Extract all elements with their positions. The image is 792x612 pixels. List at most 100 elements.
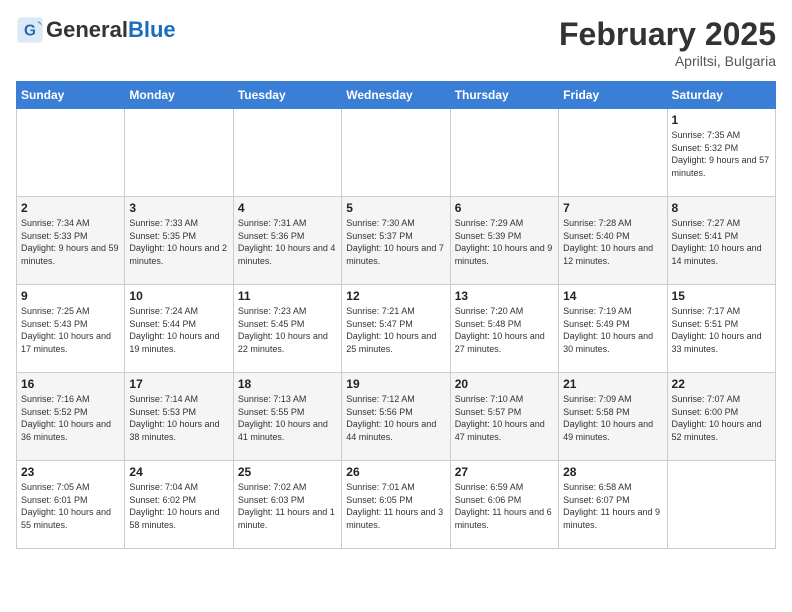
calendar-cell: 26Sunrise: 7:01 AM Sunset: 6:05 PM Dayli… xyxy=(342,461,450,549)
day-number: 15 xyxy=(672,289,771,303)
day-info: Sunrise: 6:58 AM Sunset: 6:07 PM Dayligh… xyxy=(563,481,662,531)
calendar-cell: 18 Sunrise: 7:13 AM Sunset: 5:55 PM Dayli… xyxy=(233,373,341,461)
day-info: Sunrise: 7:10 AM Sunset: 5:57 PM Dayligh… xyxy=(455,393,554,443)
day-info: Sunrise: 7:21 AM Sunset: 5:47 PM Dayligh… xyxy=(346,305,445,355)
day-info: Sunrise: 7:30 AM Sunset: 5:37 PM Dayligh… xyxy=(346,217,445,267)
calendar-cell: 24 Sunrise: 7:04 AM Sunset: 6:02 PM Dayli… xyxy=(125,461,233,549)
calendar-cell xyxy=(342,109,450,197)
day-number: 13 xyxy=(455,289,554,303)
day-info: Sunrise: 7:07 AM Sunset: 6:00 PM Dayligh… xyxy=(672,393,771,443)
day-header-friday: Friday xyxy=(559,82,667,109)
calendar-cell: 20 Sunrise: 7:10 AM Sunset: 5:57 PM Dayli… xyxy=(450,373,558,461)
calendar-header-row: SundayMondayTuesdayWednesdayThursdayFrid… xyxy=(17,82,776,109)
day-number: 17 xyxy=(129,377,228,391)
day-info: Sunrise: 7:25 AM Sunset: 5:43 PM Dayligh… xyxy=(21,305,120,355)
day-info: Sunrise: 7:29 AM Sunset: 5:39 PM Dayligh… xyxy=(455,217,554,267)
calendar-cell: 3 Sunrise: 7:33 AM Sunset: 5:35 PM Daylig… xyxy=(125,197,233,285)
day-number: 8 xyxy=(672,201,771,215)
calendar-cell: 28 Sunrise: 6:58 AM Sunset: 6:07 PM Dayli… xyxy=(559,461,667,549)
title-area: February 2025 Apriltsi, Bulgaria xyxy=(559,16,776,69)
day-info: Sunrise: 7:33 AM Sunset: 5:35 PM Dayligh… xyxy=(129,217,228,267)
calendar-cell: 17 Sunrise: 7:14 AM Sunset: 5:53 PM Dayli… xyxy=(125,373,233,461)
day-number: 24 xyxy=(129,465,228,479)
day-info: Sunrise: 7:27 AM Sunset: 5:41 PM Dayligh… xyxy=(672,217,771,267)
calendar-cell: 5 Sunrise: 7:30 AM Sunset: 5:37 PM Daylig… xyxy=(342,197,450,285)
day-number: 10 xyxy=(129,289,228,303)
calendar-cell: 16Sunrise: 7:16 AM Sunset: 5:52 PM Dayli… xyxy=(17,373,125,461)
calendar-cell: 12 Sunrise: 7:21 AM Sunset: 5:47 PM Dayli… xyxy=(342,285,450,373)
calendar-cell: 8 Sunrise: 7:27 AM Sunset: 5:41 PM Daylig… xyxy=(667,197,775,285)
day-number: 5 xyxy=(346,201,445,215)
page-header: G GeneralBlue February 2025 Apriltsi, Bu… xyxy=(16,16,776,69)
day-header-thursday: Thursday xyxy=(450,82,558,109)
day-info: Sunrise: 6:59 AM Sunset: 6:06 PM Dayligh… xyxy=(455,481,554,531)
calendar-table: SundayMondayTuesdayWednesdayThursdayFrid… xyxy=(16,81,776,549)
day-number: 28 xyxy=(563,465,662,479)
day-info: Sunrise: 7:20 AM Sunset: 5:48 PM Dayligh… xyxy=(455,305,554,355)
day-number: 27 xyxy=(455,465,554,479)
day-number: 18 xyxy=(238,377,337,391)
day-info: Sunrise: 7:14 AM Sunset: 5:53 PM Dayligh… xyxy=(129,393,228,443)
day-header-monday: Monday xyxy=(125,82,233,109)
day-info: Sunrise: 7:09 AM Sunset: 5:58 PM Dayligh… xyxy=(563,393,662,443)
day-number: 16 xyxy=(21,377,120,391)
day-info: Sunrise: 7:28 AM Sunset: 5:40 PM Dayligh… xyxy=(563,217,662,267)
calendar-cell xyxy=(233,109,341,197)
month-title: February 2025 xyxy=(559,16,776,53)
calendar-cell: 13 Sunrise: 7:20 AM Sunset: 5:48 PM Dayli… xyxy=(450,285,558,373)
day-info: Sunrise: 7:17 AM Sunset: 5:51 PM Dayligh… xyxy=(672,305,771,355)
logo-blue: Blue xyxy=(128,17,176,42)
logo: G GeneralBlue xyxy=(16,16,176,44)
day-info: Sunrise: 7:31 AM Sunset: 5:36 PM Dayligh… xyxy=(238,217,337,267)
day-number: 2 xyxy=(21,201,120,215)
logo-icon: G xyxy=(16,16,44,44)
day-number: 22 xyxy=(672,377,771,391)
day-header-wednesday: Wednesday xyxy=(342,82,450,109)
day-number: 4 xyxy=(238,201,337,215)
day-info: Sunrise: 7:05 AM Sunset: 6:01 PM Dayligh… xyxy=(21,481,120,531)
calendar-cell: 14Sunrise: 7:19 AM Sunset: 5:49 PM Dayli… xyxy=(559,285,667,373)
day-info: Sunrise: 7:24 AM Sunset: 5:44 PM Dayligh… xyxy=(129,305,228,355)
calendar-cell: 10 Sunrise: 7:24 AM Sunset: 5:44 PM Dayli… xyxy=(125,285,233,373)
calendar-cell xyxy=(450,109,558,197)
day-number: 6 xyxy=(455,201,554,215)
calendar-cell: 6 Sunrise: 7:29 AM Sunset: 5:39 PM Daylig… xyxy=(450,197,558,285)
calendar-cell xyxy=(17,109,125,197)
calendar-cell: 27 Sunrise: 6:59 AM Sunset: 6:06 PM Dayli… xyxy=(450,461,558,549)
day-header-saturday: Saturday xyxy=(667,82,775,109)
calendar-week-row: 9 Sunrise: 7:25 AM Sunset: 5:43 PM Daylig… xyxy=(17,285,776,373)
day-header-tuesday: Tuesday xyxy=(233,82,341,109)
day-info: Sunrise: 7:04 AM Sunset: 6:02 PM Dayligh… xyxy=(129,481,228,531)
calendar-week-row: 1 Sunrise: 7:35 AM Sunset: 5:32 PM Daylig… xyxy=(17,109,776,197)
day-info: Sunrise: 7:13 AM Sunset: 5:55 PM Dayligh… xyxy=(238,393,337,443)
day-number: 19 xyxy=(346,377,445,391)
day-info: Sunrise: 7:23 AM Sunset: 5:45 PM Dayligh… xyxy=(238,305,337,355)
day-number: 3 xyxy=(129,201,228,215)
calendar-cell: 25 Sunrise: 7:02 AM Sunset: 6:03 PM Dayli… xyxy=(233,461,341,549)
day-number: 9 xyxy=(21,289,120,303)
calendar-cell: 11 Sunrise: 7:23 AM Sunset: 5:45 PM Dayli… xyxy=(233,285,341,373)
day-header-sunday: Sunday xyxy=(17,82,125,109)
day-number: 1 xyxy=(672,113,771,127)
calendar-cell: 4 Sunrise: 7:31 AM Sunset: 5:36 PM Daylig… xyxy=(233,197,341,285)
day-number: 23 xyxy=(21,465,120,479)
calendar-week-row: 2 Sunrise: 7:34 AM Sunset: 5:33 PM Daylig… xyxy=(17,197,776,285)
day-number: 25 xyxy=(238,465,337,479)
day-number: 11 xyxy=(238,289,337,303)
day-info: Sunrise: 7:35 AM Sunset: 5:32 PM Dayligh… xyxy=(672,129,771,179)
calendar-cell xyxy=(559,109,667,197)
calendar-cell: 9 Sunrise: 7:25 AM Sunset: 5:43 PM Daylig… xyxy=(17,285,125,373)
day-number: 20 xyxy=(455,377,554,391)
day-info: Sunrise: 7:34 AM Sunset: 5:33 PM Dayligh… xyxy=(21,217,120,267)
day-info: Sunrise: 7:19 AM Sunset: 5:49 PM Dayligh… xyxy=(563,305,662,355)
calendar-week-row: 23 Sunrise: 7:05 AM Sunset: 6:01 PM Dayli… xyxy=(17,461,776,549)
location: Apriltsi, Bulgaria xyxy=(559,53,776,69)
calendar-cell xyxy=(125,109,233,197)
day-number: 26 xyxy=(346,465,445,479)
calendar-cell: 15 Sunrise: 7:17 AM Sunset: 5:51 PM Dayli… xyxy=(667,285,775,373)
day-info: Sunrise: 7:02 AM Sunset: 6:03 PM Dayligh… xyxy=(238,481,337,531)
day-number: 7 xyxy=(563,201,662,215)
calendar-cell: 19Sunrise: 7:12 AM Sunset: 5:56 PM Dayli… xyxy=(342,373,450,461)
day-number: 12 xyxy=(346,289,445,303)
logo-general: General xyxy=(46,17,128,42)
